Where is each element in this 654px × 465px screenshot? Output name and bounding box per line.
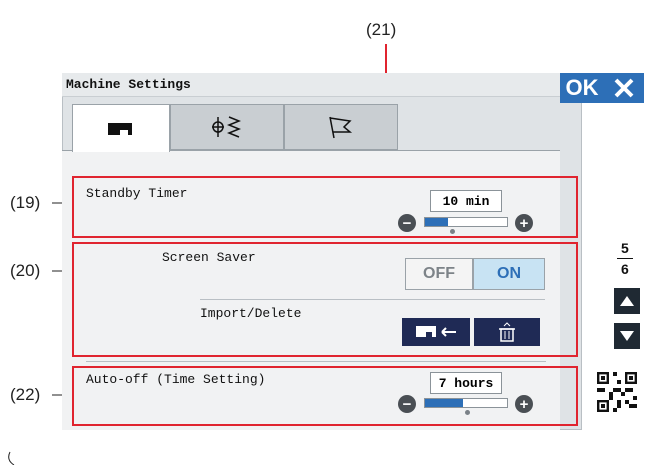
import-button[interactable] <box>402 318 470 346</box>
triangle-down-icon <box>620 331 634 341</box>
page-total: 6 <box>621 261 629 277</box>
triangle-up-icon <box>620 296 634 306</box>
auto-off-level-fill <box>425 399 463 407</box>
divider <box>86 361 546 362</box>
standby-level-bar <box>424 217 508 227</box>
tab-flag[interactable] <box>284 104 398 150</box>
screen-saver-on-button[interactable]: ON <box>473 258 545 290</box>
machine-import-icon <box>416 326 456 337</box>
standby-timer-label: Standby Timer <box>86 186 188 201</box>
tab-machine[interactable] <box>72 104 170 152</box>
page-fraction-line <box>617 258 633 259</box>
import-delete-label: Import/Delete <box>200 306 302 321</box>
delete-button[interactable] <box>474 318 540 346</box>
screen-saver-label: Screen Saver <box>162 250 256 265</box>
standby-timer-value: 10 min <box>430 190 502 212</box>
auto-off-increase-button[interactable]: + <box>515 395 533 413</box>
auto-off-value: 7 hours <box>430 372 502 394</box>
auto-off-level-bar <box>424 398 508 408</box>
qr-code-icon[interactable] <box>597 372 637 412</box>
page-down-button[interactable] <box>614 323 640 349</box>
tab-stitch[interactable] <box>170 104 284 150</box>
page-current: 5 <box>621 240 629 256</box>
trash-icon <box>499 322 515 342</box>
standby-level-marker <box>450 229 455 234</box>
flag-icon <box>329 116 353 139</box>
window-title: Machine Settings <box>66 77 191 92</box>
standby-decrease-button[interactable]: − <box>398 214 416 232</box>
ok-button[interactable]: OK <box>560 73 604 103</box>
page-up-button[interactable] <box>614 288 640 314</box>
auto-off-decrease-button[interactable]: − <box>398 395 416 413</box>
close-button[interactable] <box>604 73 644 103</box>
screen-saver-off-button[interactable]: OFF <box>405 258 473 290</box>
standby-increase-button[interactable]: + <box>515 214 533 232</box>
divider <box>200 299 545 300</box>
ok-label: OK <box>565 75 599 100</box>
off-label: OFF <box>423 265 455 282</box>
close-icon <box>614 78 634 98</box>
standby-level-fill <box>425 218 448 226</box>
auto-off-label: Auto-off (Time Setting) <box>86 372 266 387</box>
auto-off-level-marker <box>465 410 470 415</box>
stitch-icon <box>212 116 242 138</box>
sewing-machine-icon <box>108 122 132 135</box>
on-label: ON <box>497 265 521 282</box>
